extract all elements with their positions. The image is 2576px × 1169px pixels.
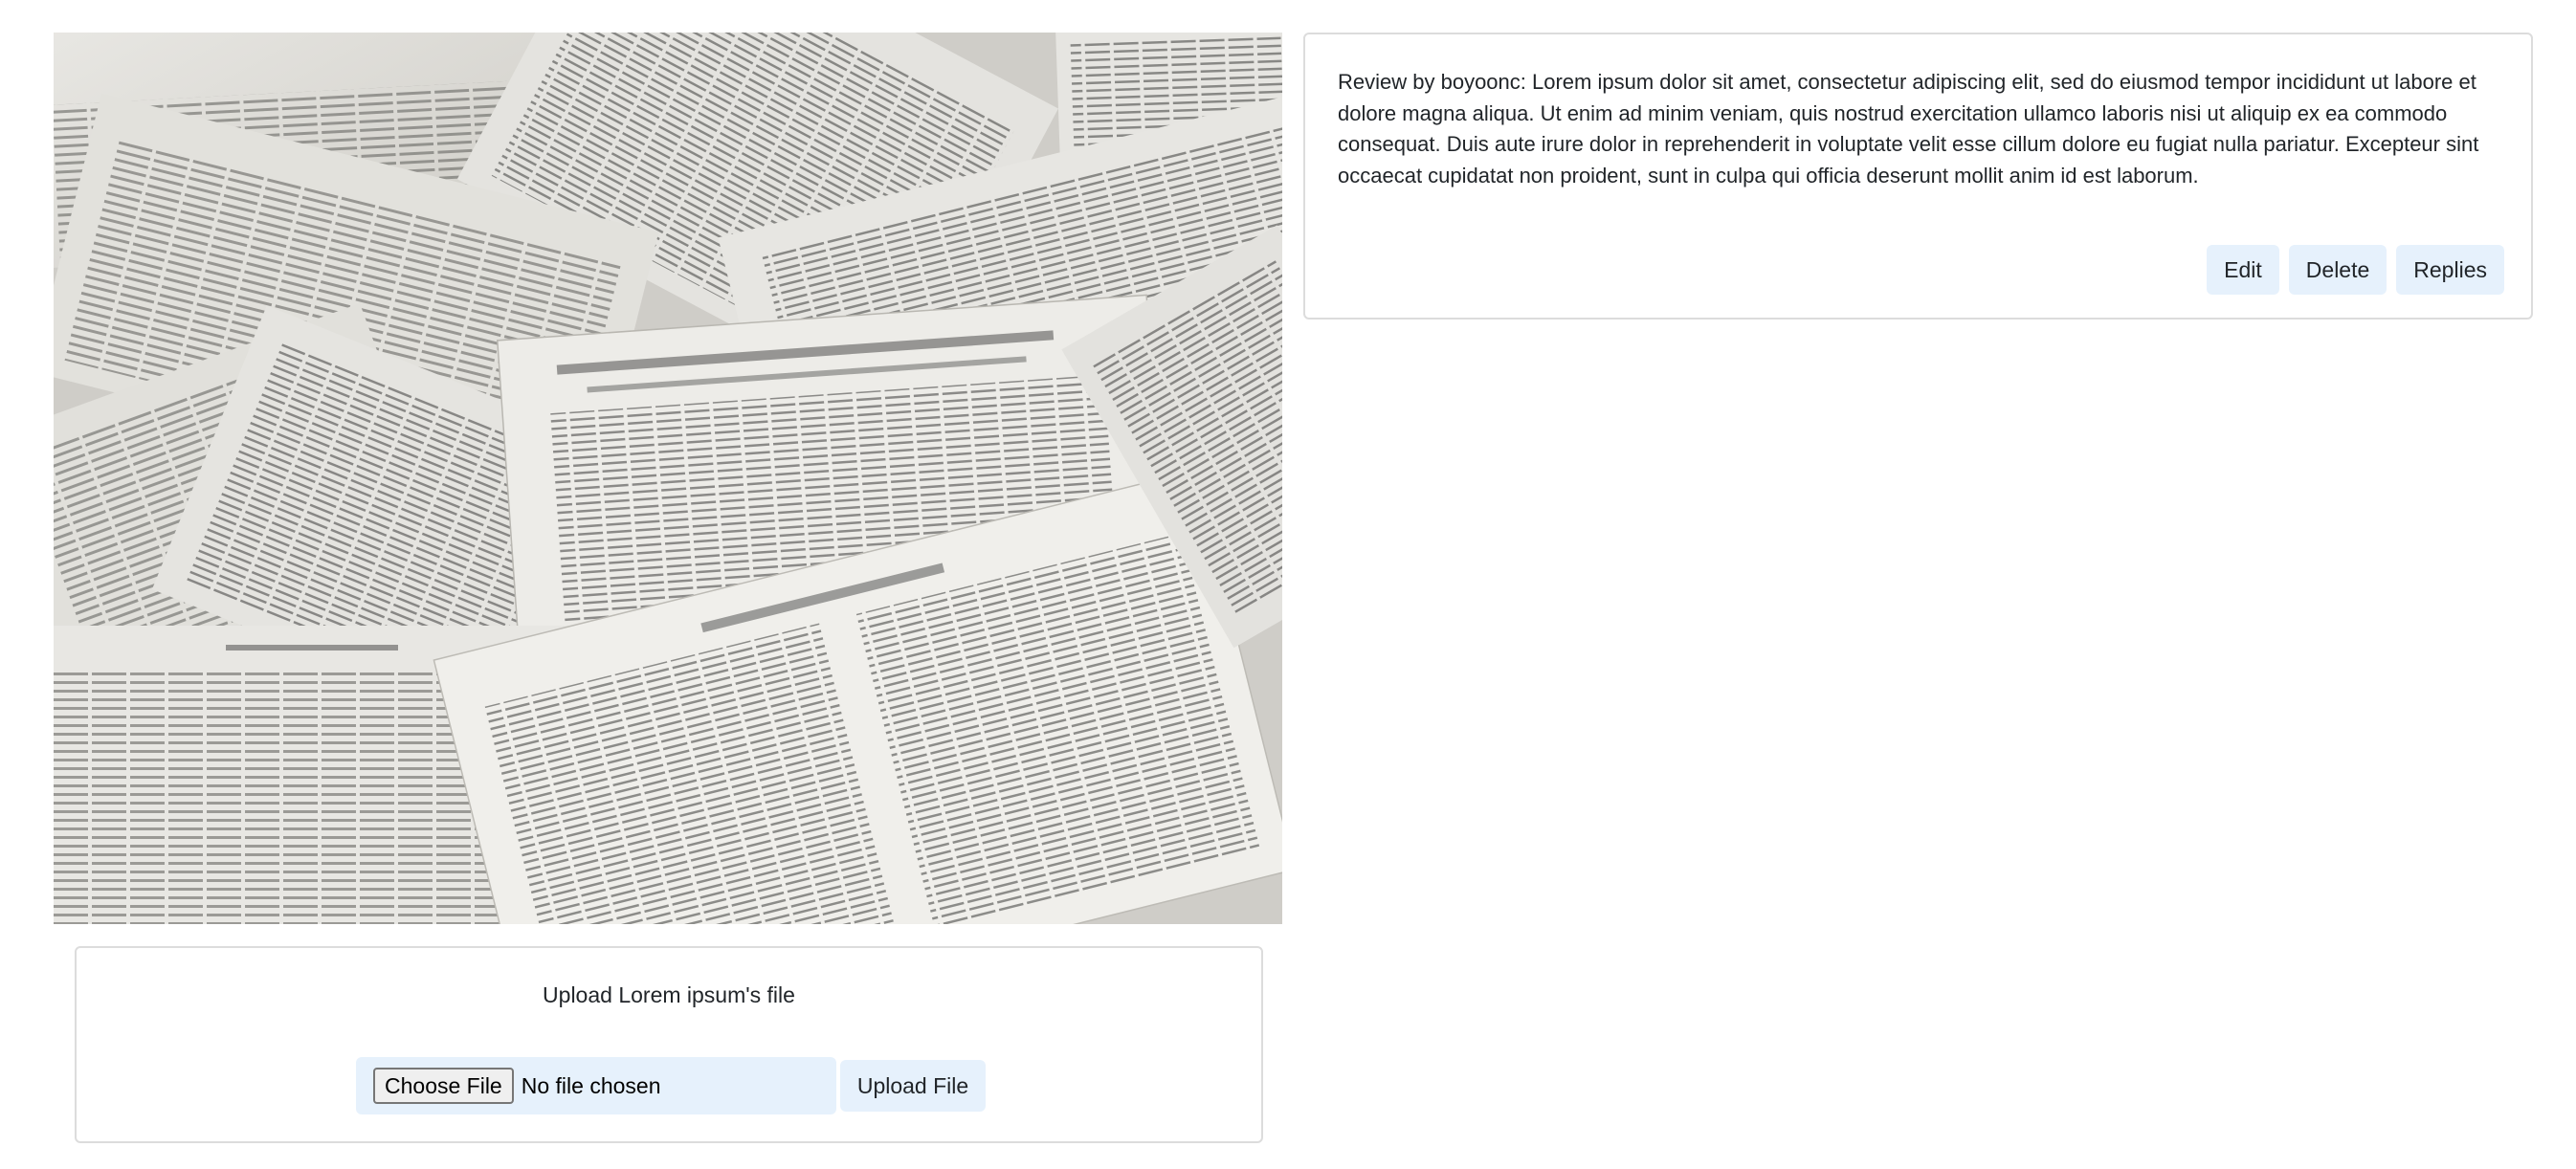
- review-card: Review by boyoonc: Lorem ipsum dolor sit…: [1303, 33, 2533, 320]
- book-pages-image: [54, 33, 1282, 924]
- replies-button[interactable]: Replies: [2396, 245, 2504, 295]
- upload-file-button[interactable]: Upload File: [840, 1060, 986, 1112]
- review-text: Review by boyoonc: Lorem ipsum dolor sit…: [1338, 70, 2479, 187]
- review-actions: Edit Delete Replies: [2207, 245, 2504, 295]
- choose-file-button[interactable]: Choose File: [373, 1068, 514, 1104]
- delete-button[interactable]: Delete: [2288, 245, 2387, 295]
- book-pages-illustration: [54, 33, 1282, 924]
- file-status-text: No file chosen: [521, 1072, 661, 1098]
- upload-card: Upload Lorem ipsum's file Choose File No…: [75, 946, 1263, 1143]
- edit-button[interactable]: Edit: [2207, 245, 2279, 295]
- upload-title: Upload Lorem ipsum's file: [543, 982, 795, 1007]
- file-input[interactable]: Choose File No file chosen: [356, 1057, 836, 1114]
